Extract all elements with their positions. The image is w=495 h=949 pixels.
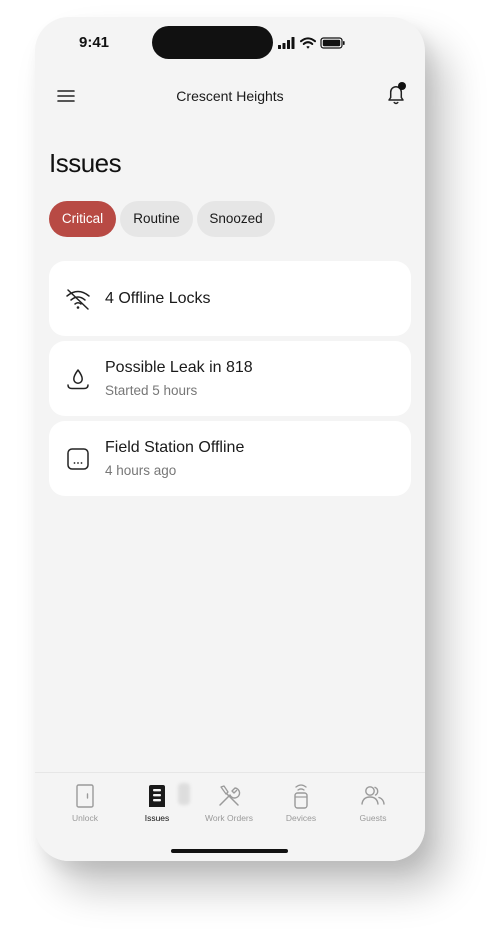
- filter-chip-label: Routine: [133, 211, 180, 226]
- notification-dot: [398, 82, 406, 90]
- tab-issues[interactable]: Issues: [118, 773, 196, 833]
- home-indicator: [171, 849, 288, 853]
- issue-title: 4 Offline Locks: [105, 290, 211, 307]
- issues-icon: [149, 785, 165, 807]
- filter-chip-critical[interactable]: Critical: [49, 201, 116, 237]
- filter-chip-label: Critical: [61, 211, 104, 226]
- tab-devices[interactable]: Devices: [262, 773, 340, 833]
- issue-subtitle: Started 5 hours: [105, 383, 198, 398]
- phone-screen: 9:41 Crescent Heights Issues Critical Ro…: [35, 17, 425, 861]
- tab-label: Unlock: [72, 813, 98, 823]
- filter-chip-routine[interactable]: Routine: [120, 201, 193, 237]
- water-drop-icon: [67, 369, 89, 390]
- device-offline-icon: [67, 448, 89, 470]
- tab-unlock[interactable]: Unlock: [46, 773, 124, 833]
- issue-card-field-station[interactable]: Field Station Offline 4 hours ago: [49, 421, 411, 496]
- tab-guests[interactable]: Guests: [334, 773, 412, 833]
- dynamic-island: [152, 26, 273, 59]
- issue-title: Possible Leak in 818: [105, 359, 253, 376]
- issue-card-offline-locks[interactable]: 4 Offline Locks: [49, 261, 411, 336]
- notifications-button[interactable]: [385, 81, 409, 107]
- signal-icon: [278, 37, 295, 49]
- page-title: Issues: [49, 148, 122, 178]
- status-icons: [278, 37, 345, 49]
- filter-chip-snoozed[interactable]: Snoozed: [197, 201, 275, 237]
- tab-label: Guests: [359, 813, 387, 823]
- status-time: 9:41: [79, 34, 110, 51]
- bell-icon: [388, 82, 406, 105]
- guests-icon: [361, 786, 385, 805]
- device-icon: [294, 784, 308, 809]
- issue-subtitle: 4 hours ago: [105, 463, 177, 478]
- battery-icon: [320, 37, 345, 49]
- wifi-icon: [300, 37, 316, 49]
- building-name: Crescent Heights: [176, 88, 284, 104]
- issue-card-possible-leak[interactable]: Possible Leak in 818 Started 5 hours: [49, 341, 411, 416]
- wifi-off-icon: [66, 289, 90, 310]
- tab-label: Devices: [285, 813, 317, 823]
- tab-bar: Unlock Issues Work Orders Devices Guests: [35, 772, 425, 861]
- tab-label: Issues: [144, 813, 170, 823]
- filter-chip-label: Snoozed: [209, 211, 263, 226]
- tab-label: Work Orders: [204, 813, 254, 823]
- issue-title: Field Station Offline: [105, 439, 245, 456]
- tab-work-orders[interactable]: Work Orders: [190, 773, 268, 833]
- tools-icon: [219, 785, 241, 806]
- door-icon: [76, 784, 94, 808]
